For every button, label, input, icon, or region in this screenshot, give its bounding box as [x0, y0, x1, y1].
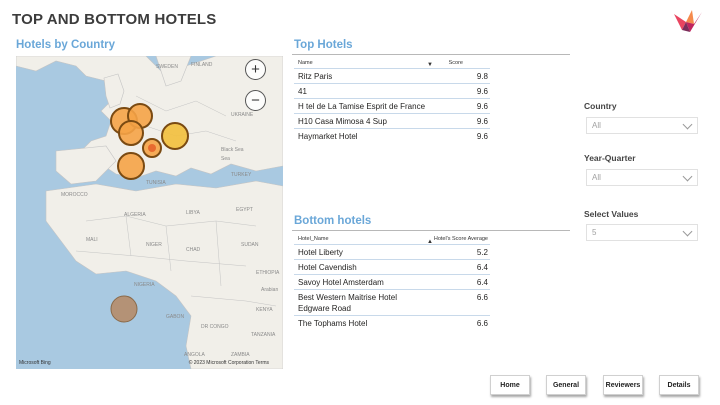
table-header: Hotel_Name ▲ Hotel's Score Average: [294, 232, 490, 245]
country-dropdown-value: All: [592, 121, 601, 130]
general-button[interactable]: General: [546, 375, 586, 395]
map-label: ANGOLA: [184, 352, 206, 358]
country-slicer-label: Country: [584, 101, 617, 111]
table-row[interactable]: Savoy Hotel Amsterdam 6.4: [294, 274, 490, 289]
hotel-score: 9.6: [476, 87, 488, 96]
map-label: Black Sea: [221, 147, 244, 153]
page-title: TOP AND BOTTOM HOTELS: [12, 11, 217, 28]
hotel-name: H10 Casa Mimosa 4 Sup: [298, 117, 387, 126]
map-label: MALI: [86, 237, 98, 243]
map-title: Hotels by Country: [16, 39, 116, 51]
map-attribution: Microsoft Bing: [19, 360, 51, 366]
map-label: CHAD: [186, 247, 201, 253]
map-label: SWEDEN: [156, 64, 178, 70]
hotel-score: 6.6: [476, 319, 488, 328]
zoom-out-button[interactable]: −: [245, 90, 266, 111]
map-bubble-france: [118, 120, 144, 146]
sort-asc-icon: ▲: [427, 239, 433, 245]
reviewers-button[interactable]: Reviewers: [603, 375, 643, 395]
table-row[interactable]: Best Western Maitrise Hotel Edgware Road…: [294, 289, 490, 315]
year-quarter-slicer-label: Year-Quarter: [584, 153, 636, 163]
map-label: MOROCCO: [61, 192, 88, 198]
map-label: NIGERIA: [134, 282, 155, 288]
hotel-name: Best Western Maitrise Hotel Edgware Road: [298, 293, 397, 313]
map-copyright: © 2023 Microsoft Corporation Terms: [188, 360, 269, 366]
map-label: ETHIOPIA: [256, 270, 280, 276]
map-label: LIBYA: [186, 210, 200, 216]
hotel-score: 9.6: [476, 132, 488, 141]
map-label: ALGERIA: [124, 212, 146, 218]
year-quarter-dropdown[interactable]: All: [586, 169, 698, 186]
column-header-hotel-name[interactable]: Hotel_Name: [298, 236, 329, 242]
table-row[interactable]: Hotel Cavendish 6.4: [294, 259, 490, 274]
hotel-name: Ritz Paris: [298, 72, 333, 81]
hotel-name: Hotel Liberty: [298, 248, 343, 257]
hotels-map[interactable]: Sea ALGERIA LIBYA EGYPT SUDAN NIGERIA GA…: [16, 56, 283, 369]
map-label: NIGER: [146, 242, 162, 248]
select-values-slicer-label: Select Values: [584, 209, 639, 219]
hotel-score: 5.2: [476, 248, 488, 257]
table-row[interactable]: 41 9.6: [294, 83, 490, 98]
select-values-dropdown-value: 5: [592, 228, 597, 237]
hotel-score: 9.6: [476, 117, 488, 126]
country-dropdown[interactable]: All: [586, 117, 698, 134]
divider: [292, 54, 570, 55]
map-bubble-gulf-of-guinea: [110, 295, 138, 323]
map-label: FINLAND: [191, 62, 213, 68]
map-label: ZAMBIA: [231, 352, 250, 358]
details-button[interactable]: Details: [659, 375, 699, 395]
hotel-name: Savoy Hotel Amsterdam: [298, 278, 384, 287]
bottom-hotels-table: Hotel_Name ▲ Hotel's Score Average Hotel…: [294, 232, 490, 330]
chevron-down-icon: [682, 226, 693, 237]
table-row[interactable]: Ritz Paris 9.8: [294, 68, 490, 83]
map-label: TUNISIA: [146, 180, 166, 186]
hotel-score: 9.8: [476, 72, 488, 81]
hotel-name: 41: [298, 87, 307, 96]
map-bubble-spain: [117, 152, 145, 180]
hotel-score: 6.4: [476, 263, 488, 272]
map-label: EGYPT: [236, 207, 253, 213]
column-header-score[interactable]: Score: [449, 60, 488, 66]
year-quarter-dropdown-value: All: [592, 173, 601, 182]
hotel-score: 6.6: [476, 293, 488, 302]
table-row[interactable]: The Tophams Hotel 6.6: [294, 315, 490, 330]
table-row[interactable]: H10 Casa Mimosa 4 Sup 9.6: [294, 113, 490, 128]
divider: [292, 230, 570, 231]
map-label: KENYA: [256, 307, 273, 313]
hotel-score: 6.4: [476, 278, 488, 287]
column-header-name[interactable]: Name: [298, 60, 313, 66]
map-label: Arabian: [261, 287, 278, 293]
hotel-name: Hotel Cavendish: [298, 263, 357, 272]
table-row[interactable]: H tel de La Tamise Esprit de France 9.6: [294, 98, 490, 113]
column-header-score-average[interactable]: Hotel's Score Average: [434, 236, 488, 242]
hotel-name: Haymarket Hotel: [298, 132, 358, 141]
zoom-in-button[interactable]: +: [245, 59, 266, 80]
hotel-name: H tel de La Tamise Esprit de France: [298, 102, 426, 111]
bottom-hotels-title: Bottom hotels: [294, 215, 372, 227]
map-bubble-austria: [161, 122, 189, 150]
hotel-name: The Tophams Hotel: [298, 319, 368, 328]
bird-logo-icon: [674, 10, 702, 32]
sort-desc-icon: ▼: [427, 62, 433, 68]
table-row[interactable]: Hotel Liberty 5.2: [294, 244, 490, 259]
chevron-down-icon: [682, 171, 693, 182]
map-label: SUDAN: [241, 242, 259, 248]
map-label: GABON: [166, 314, 184, 320]
select-values-dropdown[interactable]: 5: [586, 224, 698, 241]
map-label: TURKEY: [231, 172, 252, 178]
top-hotels-table: Name ▼ Score Ritz Paris 9.8 41 9.6 H tel d…: [294, 56, 490, 143]
chevron-down-icon: [682, 119, 693, 130]
table-row[interactable]: Haymarket Hotel 9.6: [294, 128, 490, 143]
top-hotels-title: Top Hotels: [294, 39, 353, 51]
home-button[interactable]: Home: [490, 375, 530, 395]
map-label: UKRAINE: [231, 112, 254, 118]
table-header: Name ▼ Score: [294, 56, 490, 68]
map-label: TANZANIA: [251, 332, 276, 338]
map-label: DR CONGO: [201, 324, 229, 330]
hotel-score: 9.6: [476, 102, 488, 111]
map-label: Sea: [221, 156, 230, 162]
